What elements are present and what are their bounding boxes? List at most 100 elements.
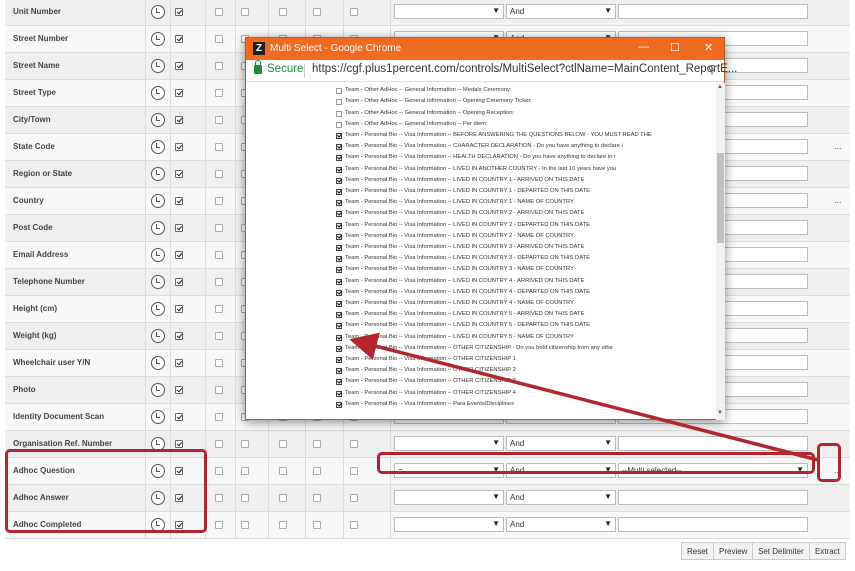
clock-icon[interactable] (151, 86, 165, 100)
join-select[interactable]: And ▼ (506, 517, 616, 532)
include-checkbox[interactable] (175, 62, 183, 70)
include-checkbox[interactable] (175, 197, 183, 205)
clock-icon[interactable] (151, 167, 165, 181)
more-options-button[interactable]: ... (834, 141, 842, 151)
option-checkbox[interactable] (336, 177, 342, 184)
extract-button[interactable]: Extract (809, 542, 846, 560)
option-checkbox[interactable] (241, 521, 249, 529)
option-checkbox[interactable] (215, 494, 223, 502)
operator-select[interactable]: ▼ (394, 436, 504, 451)
value-input[interactable] (618, 4, 808, 19)
option-checkbox[interactable] (215, 224, 223, 232)
option-checkbox[interactable] (336, 345, 342, 352)
reset-button[interactable]: Reset (681, 542, 714, 560)
option-checkbox[interactable] (336, 278, 342, 285)
value-input[interactable] (618, 490, 808, 505)
option-checkbox[interactable] (350, 521, 358, 529)
option-checkbox[interactable] (215, 305, 223, 313)
option-checkbox[interactable] (215, 440, 223, 448)
scroll-down-icon[interactable]: ▼ (717, 410, 723, 416)
value-input[interactable] (618, 517, 808, 532)
option-checkbox[interactable] (313, 494, 321, 502)
include-checkbox[interactable] (175, 251, 183, 259)
maximize-button[interactable]: ☐ (670, 41, 680, 54)
option-checkbox[interactable] (215, 332, 223, 340)
clock-icon[interactable] (151, 356, 165, 370)
include-checkbox[interactable] (175, 170, 183, 178)
operator-select[interactable]: ▼ (394, 490, 504, 505)
clock-icon[interactable] (151, 194, 165, 208)
option-checkbox[interactable] (215, 467, 223, 475)
option-checkbox[interactable] (215, 170, 223, 178)
option-checkbox[interactable] (279, 521, 287, 529)
option-checkbox[interactable] (336, 200, 342, 207)
clock-icon[interactable] (151, 410, 165, 424)
value-input[interactable] (618, 436, 808, 451)
option-checkbox[interactable] (336, 267, 342, 274)
option-checkbox[interactable] (241, 467, 249, 475)
option-checkbox[interactable] (336, 334, 342, 341)
option-checkbox[interactable] (336, 133, 342, 139)
join-select[interactable]: And ▼ (506, 4, 616, 19)
option-checkbox[interactable] (336, 312, 342, 319)
option-checkbox[interactable] (279, 8, 287, 16)
address-bar[interactable]: Secure https://cgf.plus1percent.com/cont… (246, 60, 737, 82)
operator-select[interactable]: ▼ (394, 4, 504, 19)
option-checkbox[interactable] (336, 357, 342, 363)
preview-button[interactable]: Preview (713, 542, 754, 560)
option-checkbox[interactable] (336, 390, 342, 397)
option-checkbox[interactable] (350, 8, 358, 16)
option-checkbox[interactable] (215, 62, 223, 70)
include-checkbox[interactable] (175, 386, 183, 394)
option-checkbox[interactable] (215, 116, 223, 124)
include-checkbox[interactable] (175, 35, 183, 43)
option-checkbox[interactable] (336, 323, 342, 330)
option-checkbox[interactable] (215, 251, 223, 259)
option-checkbox[interactable] (336, 189, 342, 195)
include-checkbox[interactable] (175, 8, 183, 16)
include-checkbox[interactable] (175, 305, 183, 313)
join-select[interactable]: And ▼ (506, 490, 616, 505)
clock-icon[interactable] (151, 59, 165, 73)
option-checkbox[interactable] (336, 211, 342, 218)
option-checkbox[interactable] (336, 401, 342, 408)
option-checkbox[interactable] (336, 144, 342, 151)
option-checkbox[interactable] (336, 301, 342, 307)
option-checkbox[interactable] (215, 143, 223, 151)
scrollbar-thumb[interactable] (717, 153, 724, 243)
join-select[interactable]: And ▼ (506, 436, 616, 451)
clock-icon[interactable] (151, 329, 165, 343)
option-checkbox[interactable] (336, 99, 342, 106)
clock-icon[interactable] (151, 221, 165, 235)
include-checkbox[interactable] (175, 278, 183, 286)
option-checkbox[interactable] (241, 440, 249, 448)
include-checkbox[interactable] (175, 332, 183, 340)
option-checkbox[interactable] (215, 521, 223, 529)
clock-icon[interactable] (151, 275, 165, 289)
option-checkbox[interactable] (241, 8, 249, 16)
include-checkbox[interactable] (175, 89, 183, 97)
include-checkbox[interactable] (175, 413, 183, 421)
clock-icon[interactable] (151, 113, 165, 127)
clock-icon[interactable] (151, 32, 165, 46)
option-checkbox[interactable] (215, 413, 223, 421)
option-checkbox[interactable] (215, 386, 223, 394)
option-checkbox[interactable] (215, 89, 223, 97)
option-checkbox[interactable] (350, 440, 358, 448)
option-checkbox[interactable] (215, 35, 223, 43)
set-delimiter-button[interactable]: Set Delimiter (752, 542, 810, 560)
clock-icon[interactable] (151, 5, 165, 19)
include-checkbox[interactable] (175, 224, 183, 232)
option-checkbox[interactable] (215, 278, 223, 286)
option-checkbox[interactable] (313, 440, 321, 448)
option-checkbox[interactable] (336, 88, 342, 95)
option-checkbox[interactable] (215, 8, 223, 16)
option-checkbox[interactable] (336, 289, 342, 296)
include-checkbox[interactable] (175, 116, 183, 124)
option-checkbox[interactable] (313, 467, 321, 475)
option-checkbox[interactable] (336, 245, 342, 251)
option-checkbox[interactable] (215, 197, 223, 205)
option-checkbox[interactable] (279, 467, 287, 475)
include-checkbox[interactable] (175, 440, 183, 448)
option-checkbox[interactable] (336, 222, 342, 229)
